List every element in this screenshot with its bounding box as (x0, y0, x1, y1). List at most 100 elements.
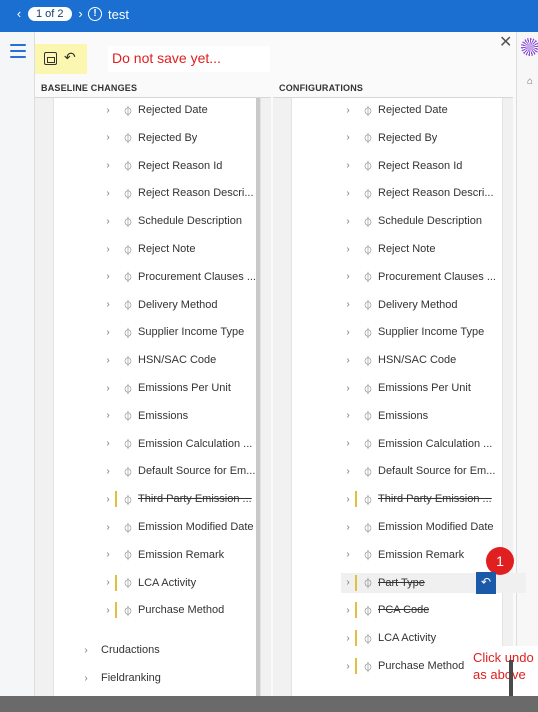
change-marker (115, 574, 117, 591)
chevron-right-icon[interactable]: › (101, 383, 115, 394)
chevron-right-icon[interactable]: › (341, 105, 355, 116)
tree-item[interactable]: › ⏀ PCA Code (341, 600, 526, 620)
chevron-right-icon[interactable]: › (101, 466, 115, 477)
chevron-right-icon[interactable]: › (101, 522, 115, 533)
chevron-right-icon[interactable]: › (341, 355, 355, 366)
tree-item[interactable]: › ⏀ Third Party Emission ... (101, 489, 286, 509)
tree-item[interactable]: › ⏀ Part Type (341, 572, 526, 593)
tree-item[interactable]: › ⏀ Delivery Method (341, 295, 526, 315)
pager-count[interactable]: 1 of 2 (28, 6, 72, 21)
tree-item[interactable]: › ⏀ Reject Reason Descri... (101, 183, 286, 203)
tree-item[interactable]: › ⏀ Emission Modified Date (341, 517, 526, 537)
tree-item[interactable]: › ⏀ Emissions Per Unit (341, 378, 526, 398)
tree-item[interactable]: › ⏀ Rejected By (341, 128, 526, 148)
chevron-right-icon[interactable]: › (101, 605, 115, 616)
chevron-right-icon[interactable]: › (101, 132, 115, 143)
chevron-right-icon[interactable]: › (101, 244, 115, 255)
chevron-right-icon[interactable]: › (101, 160, 115, 171)
tree-item[interactable]: › ⏀ Rejected Date (101, 100, 286, 120)
chevron-right-icon[interactable]: › (101, 549, 115, 560)
undo-field-button[interactable]: ↶ (476, 572, 496, 594)
change-marker (115, 602, 117, 619)
chevron-right-icon[interactable]: › (341, 605, 355, 616)
tree-item[interactable]: › ⏀ Rejected By (101, 128, 286, 148)
tree-item-label: Reject Note (138, 243, 196, 255)
tree-item[interactable]: › ⏀ Third Party Emission ... (341, 489, 526, 509)
chevron-right-icon[interactable]: › (101, 355, 115, 366)
tree-item[interactable]: › ⏀ Emission Remark (101, 545, 286, 565)
chevron-right-icon[interactable]: › (101, 216, 115, 227)
chevron-right-icon[interactable]: › (76, 6, 86, 21)
chevron-right-icon[interactable]: › (101, 271, 115, 282)
group-item[interactable]: › Crudactions (79, 640, 159, 660)
tree-item[interactable]: › ⏀ HSN/SAC Code (341, 350, 526, 370)
chevron-right-icon[interactable]: › (341, 299, 355, 310)
tree-item[interactable]: › ⏀ Reject Note (341, 239, 526, 259)
undo-icon[interactable]: ↶ (64, 49, 76, 66)
tree-item-label: PCA Code (378, 604, 430, 617)
chevron-right-icon[interactable]: › (341, 522, 355, 533)
tree-item[interactable]: › ⏀ Emission Calculation ... (341, 434, 526, 454)
chevron-right-icon[interactable]: › (101, 188, 115, 199)
tree-item[interactable]: › ⏀ Reject Reason Id (101, 156, 286, 176)
chevron-right-icon[interactable]: › (101, 105, 115, 116)
chevron-right-icon[interactable]: › (101, 438, 115, 449)
save-icon[interactable] (44, 52, 57, 65)
tree-item[interactable]: › ⏀ Emissions (101, 406, 286, 426)
tree-item-label: Supplier Income Type (138, 326, 245, 339)
tree-item[interactable]: › ⏀ Reject Note (101, 239, 286, 259)
field-icon: ⏀ (123, 606, 133, 618)
chevron-right-icon[interactable]: › (341, 661, 355, 672)
tree-item[interactable]: › ⏀ Emission Calculation ... (101, 434, 286, 454)
tree-item[interactable]: › ⏀ Procurement Clauses ... (101, 267, 286, 287)
chevron-right-icon[interactable]: › (341, 549, 355, 560)
tree-item[interactable]: › ⏀ Emission Modified Date (101, 517, 286, 537)
chevron-left-icon[interactable]: ‹ (14, 6, 24, 21)
chevron-right-icon[interactable]: › (341, 466, 355, 477)
tree-item[interactable]: › ⏀ Emissions (341, 406, 526, 426)
tree-item-label: HSN/SAC Code (378, 354, 457, 367)
chevron-right-icon[interactable]: › (341, 132, 355, 143)
hamburger-menu-icon[interactable] (10, 44, 26, 62)
chevron-right-icon[interactable]: › (101, 327, 115, 338)
tree-item[interactable]: › ⏀ Rejected Date (341, 100, 526, 120)
chevron-right-icon[interactable]: › (341, 271, 355, 282)
tree-item-label: Default Source for Em... (138, 465, 256, 478)
tree-item[interactable]: › ⏀ Supplier Income Type (101, 322, 286, 342)
chevron-right-icon[interactable]: › (341, 494, 355, 505)
chevron-right-icon[interactable]: › (341, 383, 355, 394)
chevron-right-icon[interactable]: › (341, 160, 355, 171)
tree-item[interactable]: › ⏀ Schedule Description (341, 211, 526, 231)
chevron-right-icon[interactable]: › (101, 577, 115, 588)
chevron-right-icon[interactable]: › (79, 645, 93, 656)
chevron-right-icon[interactable]: › (341, 633, 355, 644)
chevron-right-icon[interactable]: › (79, 673, 93, 684)
chevron-right-icon[interactable]: › (341, 410, 355, 421)
group-item[interactable]: › Fieldranking (79, 668, 161, 688)
tree-item[interactable]: › ⏀ LCA Activity (101, 573, 286, 593)
chevron-right-icon[interactable]: › (341, 577, 355, 588)
chevron-right-icon[interactable]: › (341, 244, 355, 255)
chevron-right-icon[interactable]: › (341, 188, 355, 199)
home-icon[interactable]: ⌂ (527, 76, 533, 87)
tree-item[interactable]: › ⏀ Procurement Clauses ... (341, 267, 526, 287)
tree-item[interactable]: › ⏀ Emissions Per Unit (101, 378, 286, 398)
tree-item[interactable]: › ⏀ Default Source for Em... (341, 461, 526, 481)
tree-item[interactable]: › ⏀ Reject Reason Descri... (341, 183, 526, 203)
tree-item[interactable]: › ⏀ Reject Reason Id (341, 156, 526, 176)
tree-item[interactable]: › ⏀ Supplier Income Type (341, 322, 526, 342)
tree-item[interactable]: › ⏀ Purchase Method (101, 600, 286, 620)
tree-item[interactable]: › ⏀ Default Source for Em... (101, 461, 286, 481)
tree-item[interactable]: › ⏀ Schedule Description (101, 211, 286, 231)
tree-item[interactable]: › ⏀ Delivery Method (101, 295, 286, 315)
info-icon[interactable]: ! (88, 7, 102, 21)
chevron-right-icon[interactable]: › (341, 216, 355, 227)
configurations-panel: CONFIGURATIONS › ⏀ Rejected Date › ⏀ Rejected… (273, 80, 526, 711)
chevron-right-icon[interactable]: › (341, 438, 355, 449)
chevron-right-icon[interactable]: › (101, 410, 115, 421)
tree-item[interactable]: › ⏀ HSN/SAC Code (101, 350, 286, 370)
chevron-right-icon[interactable]: › (341, 327, 355, 338)
chevron-right-icon[interactable]: › (101, 494, 115, 505)
close-icon[interactable]: ✕ (499, 32, 512, 52)
chevron-right-icon[interactable]: › (101, 299, 115, 310)
